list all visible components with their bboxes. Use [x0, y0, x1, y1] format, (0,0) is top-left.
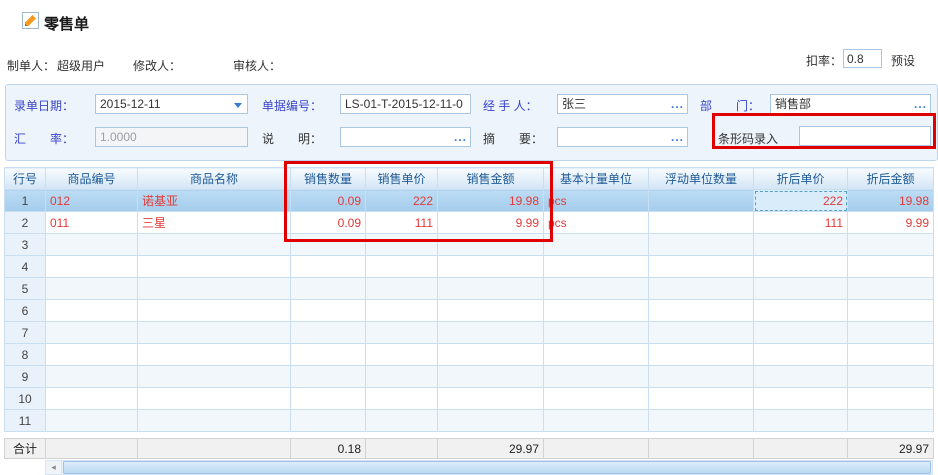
exchange-rate-value: 1.0000: [100, 130, 137, 144]
department-input[interactable]: 销售部 ...: [770, 94, 931, 114]
total-label: 合计: [5, 439, 46, 459]
disc-amount-cell[interactable]: 9.99: [848, 212, 934, 234]
row-no[interactable]: 5: [5, 278, 46, 300]
summary-input[interactable]: ...: [557, 127, 688, 147]
item-code-cell[interactable]: 011: [46, 212, 138, 234]
row-no[interactable]: 10: [5, 388, 46, 410]
doc-no-input[interactable]: LS-01-T-2015-12-11-0: [340, 94, 471, 114]
item-code-cell[interactable]: 012: [46, 190, 138, 212]
sales-qty-cell[interactable]: 0.09: [291, 190, 366, 212]
total-sales-qty: 0.18: [291, 439, 366, 459]
col-header-sales-price[interactable]: 销售单价: [366, 168, 438, 190]
float-qty-cell[interactable]: [649, 212, 754, 234]
doc-no-label: 单据编号：: [262, 97, 322, 114]
row-no[interactable]: 8: [5, 344, 46, 366]
summary-label: 摘 要：: [483, 130, 543, 147]
department-value: 销售部: [775, 97, 811, 111]
summary-lookup-ellipsis-icon[interactable]: ...: [671, 128, 684, 146]
handler-value: 张三: [562, 97, 586, 111]
col-header-sales-qty[interactable]: 销售数量: [291, 168, 366, 190]
maker-value: 超级用户: [57, 57, 105, 74]
total-disc-amount: 29.97: [848, 439, 934, 459]
entry-date-combobox[interactable]: 2015-12-11: [95, 94, 248, 114]
row-no[interactable]: 3: [5, 234, 46, 256]
note-input[interactable]: ...: [340, 127, 471, 147]
department-label: 部 门：: [700, 97, 760, 114]
scrollbar-thumb[interactable]: [63, 461, 931, 474]
col-header-sales-amount[interactable]: 销售金额: [438, 168, 544, 190]
department-lookup-ellipsis-icon[interactable]: ...: [914, 95, 927, 113]
grid-row-1-selected[interactable]: 1 012 诺基亚 0.09 222 19.98 pcs 222 19.98: [5, 190, 934, 212]
retail-order-window: 零售单 制单人： 超级用户 修改人： 审核人： 扣率： 预设 录单日期： 201…: [0, 0, 938, 475]
barcode-entry-label: 条形码录入: [718, 130, 778, 147]
row-no[interactable]: 7: [5, 322, 46, 344]
row-no[interactable]: 9: [5, 366, 46, 388]
base-unit-cell[interactable]: pcs: [544, 212, 649, 234]
col-header-float-qty[interactable]: 浮动单位数量: [649, 168, 754, 190]
sales-price-cell[interactable]: 222: [366, 190, 438, 212]
dropdown-arrow-icon[interactable]: [234, 103, 242, 108]
exchange-rate-input: 1.0000: [95, 127, 248, 147]
disc-price-cell[interactable]: 111: [754, 212, 848, 234]
page-title: 零售单: [44, 13, 89, 34]
sales-amount-cell[interactable]: 9.99: [438, 212, 544, 234]
grid-row-2[interactable]: 2 011 三星 0.09 111 9.99 pcs 111 9.99: [5, 212, 934, 234]
scroll-left-arrow-icon[interactable]: ◂: [46, 461, 62, 474]
disc-price-cell-focused[interactable]: 222: [754, 190, 848, 212]
row-no[interactable]: 11: [5, 410, 46, 432]
modifier-label: 修改人：: [133, 57, 181, 74]
row-no[interactable]: 2: [5, 212, 46, 234]
grid-header-row: 行号 商品编号 商品名称 销售数量 销售单价 销售金额 基本计量单位 浮动单位数…: [5, 168, 934, 190]
total-sales-amount: 29.97: [438, 439, 544, 459]
sales-amount-cell[interactable]: 19.98: [438, 190, 544, 212]
row-no[interactable]: 1: [5, 190, 46, 212]
handler-label: 经 手 人：: [483, 97, 538, 114]
col-header-base-unit[interactable]: 基本计量单位: [544, 168, 649, 190]
discount-rate-input[interactable]: [843, 49, 882, 68]
exchange-rate-label: 汇 率：: [14, 130, 74, 147]
doc-no-value: LS-01-T-2015-12-11-0: [345, 97, 463, 111]
sales-qty-cell[interactable]: 0.09: [291, 212, 366, 234]
entry-date-label: 录单日期：: [14, 97, 74, 114]
grid-empty-row[interactable]: 10: [5, 388, 934, 410]
grid-empty-row[interactable]: 3: [5, 234, 934, 256]
horizontal-scrollbar[interactable]: ◂: [45, 460, 933, 475]
maker-label: 制单人：: [7, 57, 55, 74]
handler-lookup-ellipsis-icon[interactable]: ...: [671, 95, 684, 113]
col-header-disc-amount[interactable]: 折后金额: [848, 168, 934, 190]
col-header-item-name[interactable]: 商品名称: [138, 168, 291, 190]
grid-empty-row[interactable]: 5: [5, 278, 934, 300]
handler-input[interactable]: 张三 ...: [557, 94, 688, 114]
sales-price-cell[interactable]: 111: [366, 212, 438, 234]
base-unit-cell[interactable]: pcs: [544, 190, 649, 212]
entry-date-value: 2015-12-11: [100, 97, 161, 111]
disc-amount-cell[interactable]: 19.98: [848, 190, 934, 212]
item-name-cell[interactable]: 诺基亚: [138, 190, 291, 212]
barcode-entry-input[interactable]: [799, 126, 931, 146]
edit-note-icon: [22, 12, 39, 29]
items-grid: 行号 商品编号 商品名称 销售数量 销售单价 销售金额 基本计量单位 浮动单位数…: [4, 167, 934, 432]
item-name-cell[interactable]: 三星: [138, 212, 291, 234]
grid-empty-row[interactable]: 4: [5, 256, 934, 278]
float-qty-cell[interactable]: [649, 190, 754, 212]
note-lookup-ellipsis-icon[interactable]: ...: [454, 128, 467, 146]
grid-empty-row[interactable]: 6: [5, 300, 934, 322]
grid-empty-row[interactable]: 11: [5, 410, 934, 432]
col-header-disc-price[interactable]: 折后单价: [754, 168, 848, 190]
grid-empty-row[interactable]: 7: [5, 322, 934, 344]
note-label: 说 明：: [262, 130, 322, 147]
row-no[interactable]: 6: [5, 300, 46, 322]
totals-row: 合计 0.18 29.97 29.97: [4, 438, 934, 459]
grid-empty-row[interactable]: 9: [5, 366, 934, 388]
col-header-line-no[interactable]: 行号: [5, 168, 46, 190]
preset-label: 预设: [891, 52, 915, 69]
grid-empty-row[interactable]: 8: [5, 344, 934, 366]
auditor-label: 审核人：: [233, 57, 281, 74]
col-header-item-code[interactable]: 商品编号: [46, 168, 138, 190]
row-no[interactable]: 4: [5, 256, 46, 278]
discount-rate-label: 扣率：: [806, 52, 842, 69]
